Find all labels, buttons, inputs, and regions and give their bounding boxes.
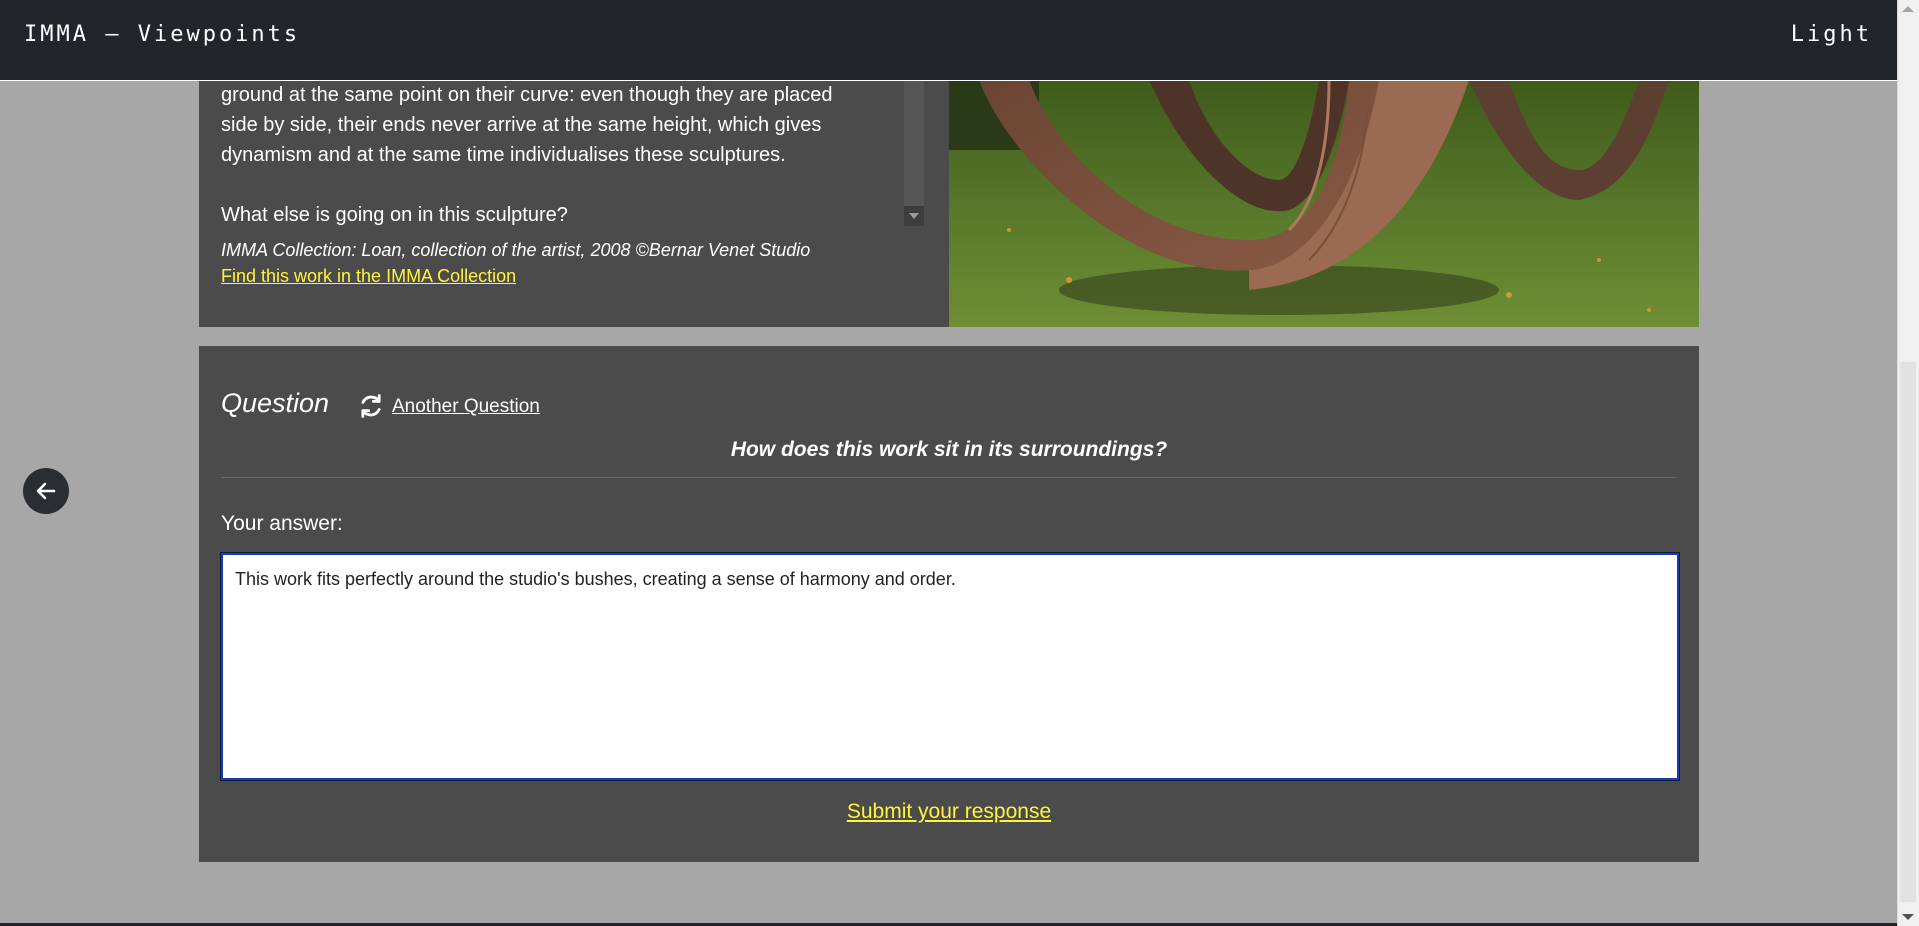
theme-toggle[interactable]: Light (1791, 22, 1872, 47)
description-line: ground at the same point on their curve:… (221, 84, 833, 106)
description-line (221, 170, 921, 200)
collection-link[interactable]: Find this work in the IMMA Collection (221, 266, 516, 287)
scrollbar-thumb[interactable] (1900, 18, 1916, 361)
back-button[interactable] (23, 468, 69, 514)
app-title[interactable]: IMMA – Viewpoints (24, 22, 300, 47)
question-heading: Question (221, 388, 330, 418)
divider (221, 477, 1676, 478)
artwork-description[interactable]: ground at the same point on their curve:… (221, 80, 921, 230)
artwork-credit: IMMA Collection: Loan, collection of the… (221, 240, 811, 260)
scrollbar-track[interactable] (1900, 362, 1916, 902)
answer-textarea[interactable]: This work fits perfectly around the stud… (220, 552, 1680, 781)
refresh-icon[interactable] (357, 392, 385, 420)
another-question-link[interactable]: Another Question (392, 396, 540, 418)
scroll-up-arrow[interactable] (1902, 6, 1914, 12)
arrow-left-icon (36, 482, 56, 500)
description-line: dynamism and at the same time individual… (221, 144, 786, 166)
sculpture-photo (949, 80, 1699, 327)
top-bar: IMMA – Viewpoints Light (0, 0, 1898, 81)
description-line: What else is going on in this sculpture? (221, 204, 568, 226)
scroll-down-arrow[interactable] (1902, 914, 1914, 920)
description-scrollbar[interactable] (904, 80, 924, 226)
page-scrollbar[interactable] (1897, 0, 1919, 926)
artwork-image (949, 80, 1699, 327)
question-text: How does this work sit in its surroundin… (730, 438, 1168, 461)
description-scroll-down[interactable] (904, 206, 924, 226)
question-card: Question Another Question How does this … (199, 346, 1699, 862)
artwork-card: ground at the same point on their curve:… (199, 80, 1699, 327)
answer-label: Your answer: (221, 512, 343, 535)
description-line: side by side, their ends never arrive at… (221, 114, 822, 136)
submit-response-link[interactable]: Submit your response (199, 800, 1699, 824)
